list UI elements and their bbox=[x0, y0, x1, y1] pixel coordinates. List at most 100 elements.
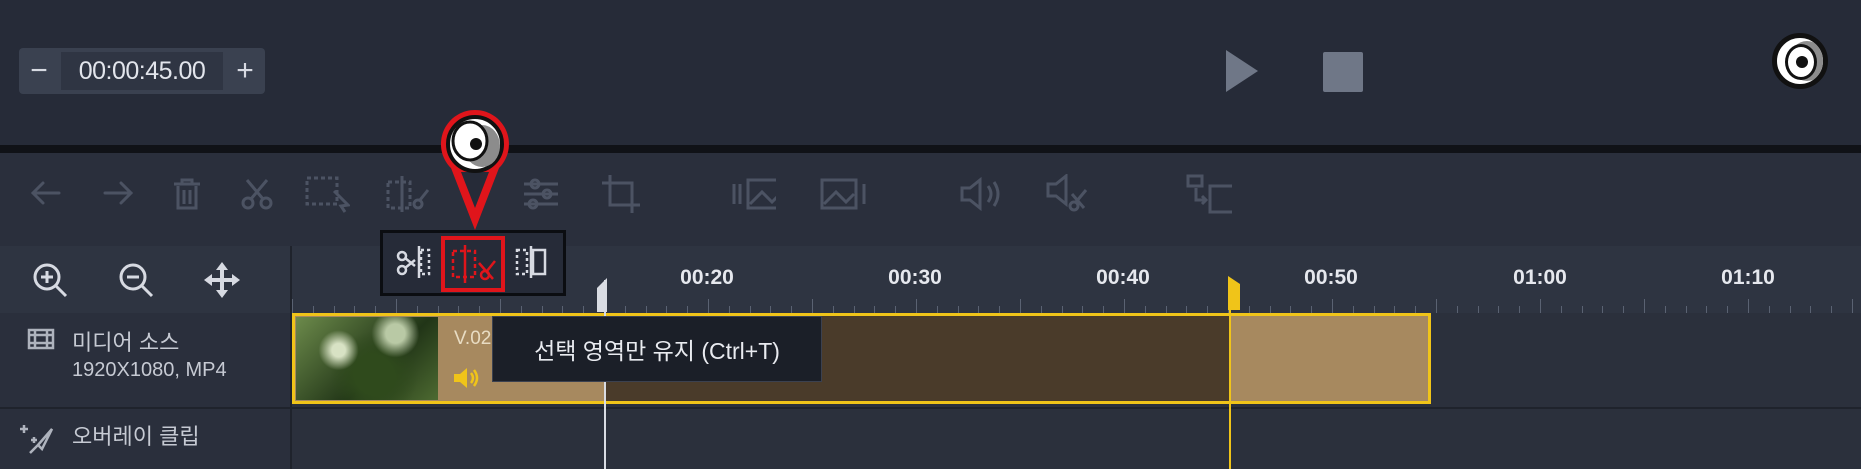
ruler-tick bbox=[916, 299, 917, 313]
split-icon[interactable] bbox=[384, 171, 430, 217]
ruler-tick bbox=[479, 306, 481, 313]
split-remove-left-button[interactable] bbox=[389, 239, 437, 285]
ruler-tick bbox=[1477, 306, 1479, 313]
track-separator bbox=[0, 407, 1861, 409]
ruler-tick bbox=[1852, 299, 1853, 313]
ruler-tick bbox=[375, 306, 377, 313]
ruler-tick bbox=[749, 306, 751, 313]
ruler-tick bbox=[1602, 306, 1604, 313]
ruler-tick bbox=[1706, 306, 1708, 313]
ruler-tick bbox=[832, 306, 834, 313]
fit-timeline-icon[interactable] bbox=[202, 260, 242, 300]
ruler-tick bbox=[1103, 306, 1105, 313]
start-marker-handle[interactable] bbox=[597, 278, 607, 312]
ruler-tick bbox=[1269, 306, 1271, 313]
image-right-icon[interactable] bbox=[820, 171, 866, 217]
tick-label: 00:20 bbox=[680, 266, 734, 289]
select-icon[interactable] bbox=[304, 171, 350, 217]
ruler-tick bbox=[562, 306, 564, 313]
split-left-icon bbox=[396, 246, 431, 278]
tick-label: 00:40 bbox=[1096, 266, 1150, 289]
ruler-tick bbox=[292, 299, 293, 313]
undo-icon[interactable] bbox=[24, 171, 70, 217]
timecode-display[interactable]: 00:00:45.00 bbox=[61, 52, 223, 90]
ruler-tick bbox=[1352, 306, 1354, 313]
time-minus-button[interactable]: − bbox=[19, 48, 59, 94]
ruler-tick bbox=[1768, 306, 1770, 313]
tick-label: 00:50 bbox=[1304, 266, 1358, 289]
adjust-icon[interactable] bbox=[518, 171, 564, 217]
ruler-tick bbox=[936, 306, 938, 313]
ruler-tick bbox=[978, 306, 980, 313]
ruler-tick bbox=[1061, 306, 1063, 313]
ruler-tick bbox=[1040, 306, 1042, 313]
ruler-tick bbox=[1207, 306, 1209, 313]
ruler-tick bbox=[1290, 306, 1292, 313]
split-right-icon bbox=[515, 246, 547, 278]
zoom-out-icon[interactable] bbox=[116, 260, 156, 300]
ruler-tick bbox=[500, 299, 501, 313]
ruler-tick bbox=[1560, 306, 1562, 313]
ruler-tick bbox=[333, 306, 335, 313]
crop-icon[interactable] bbox=[598, 171, 644, 217]
ruler-tick bbox=[312, 306, 314, 313]
ruler-tick bbox=[624, 306, 626, 313]
mute-icon[interactable] bbox=[1044, 171, 1090, 217]
track-header-column: 미디어 소스 1920X1080, MP4 오버레이 클립 bbox=[0, 313, 292, 469]
clip-label: V.02 bbox=[454, 328, 492, 349]
ruler-tick bbox=[437, 306, 439, 313]
ruler-tick bbox=[1373, 306, 1375, 313]
time-plus-button[interactable]: + bbox=[225, 48, 265, 94]
ruler-tick bbox=[458, 306, 460, 313]
ruler-tick bbox=[728, 306, 730, 313]
keep-selection-icon bbox=[451, 245, 496, 283]
cut-icon[interactable] bbox=[234, 171, 280, 217]
ruler-tick bbox=[1165, 306, 1167, 313]
split-remove-right-button[interactable] bbox=[509, 239, 557, 285]
eye-marker-icon bbox=[1772, 33, 1828, 89]
ruler-tick bbox=[645, 306, 647, 313]
replace-icon[interactable] bbox=[1186, 171, 1232, 217]
playhead-handle[interactable] bbox=[1228, 276, 1240, 310]
ruler-tick bbox=[1332, 299, 1333, 313]
ruler-tick bbox=[583, 306, 585, 313]
tooltip: 선택 영역만 유지 (Ctrl+T) bbox=[492, 316, 822, 382]
image-left-icon[interactable] bbox=[730, 171, 776, 217]
ruler-tick bbox=[708, 299, 709, 313]
volume-icon[interactable] bbox=[958, 171, 1004, 217]
ruler-tick bbox=[1581, 306, 1583, 313]
sparkle-brush-icon bbox=[20, 425, 54, 454]
stop-button[interactable] bbox=[1323, 52, 1363, 92]
play-icon bbox=[1226, 50, 1258, 92]
ruler-tick bbox=[1748, 299, 1749, 313]
ruler-tick bbox=[1248, 306, 1250, 313]
ruler-tick bbox=[1831, 306, 1833, 313]
redo-icon[interactable] bbox=[94, 171, 140, 217]
media-track-info: 1920X1080, MP4 bbox=[72, 359, 227, 381]
ruler-tick bbox=[666, 306, 668, 313]
delete-icon[interactable] bbox=[164, 171, 210, 217]
ruler-tick bbox=[1020, 299, 1021, 313]
ruler-tick bbox=[1519, 306, 1521, 313]
overlay-track-name: 오버레이 클립 bbox=[72, 424, 200, 449]
ruler-tick bbox=[1727, 306, 1729, 313]
ruler-tick bbox=[1644, 299, 1645, 313]
ruler-tick bbox=[999, 306, 1001, 313]
tick-label: 00:30 bbox=[888, 266, 942, 289]
play-button[interactable] bbox=[1224, 48, 1260, 94]
zoom-in-icon[interactable] bbox=[30, 260, 70, 300]
ruler-tick bbox=[874, 306, 876, 313]
tick-label: 01:00 bbox=[1513, 266, 1567, 289]
ruler-tick bbox=[1082, 306, 1084, 313]
ruler-tick bbox=[1685, 306, 1687, 313]
ruler-tick bbox=[770, 306, 772, 313]
ruler-tick bbox=[1436, 299, 1437, 313]
ruler-tick bbox=[416, 306, 418, 313]
ruler-tick bbox=[1540, 299, 1541, 313]
ruler-tick bbox=[354, 306, 356, 313]
callout-marker bbox=[440, 110, 509, 230]
ruler-tick bbox=[1124, 299, 1125, 313]
ruler-tick bbox=[1144, 306, 1146, 313]
ruler-tick bbox=[1623, 306, 1625, 313]
ruler-tick bbox=[895, 306, 897, 313]
